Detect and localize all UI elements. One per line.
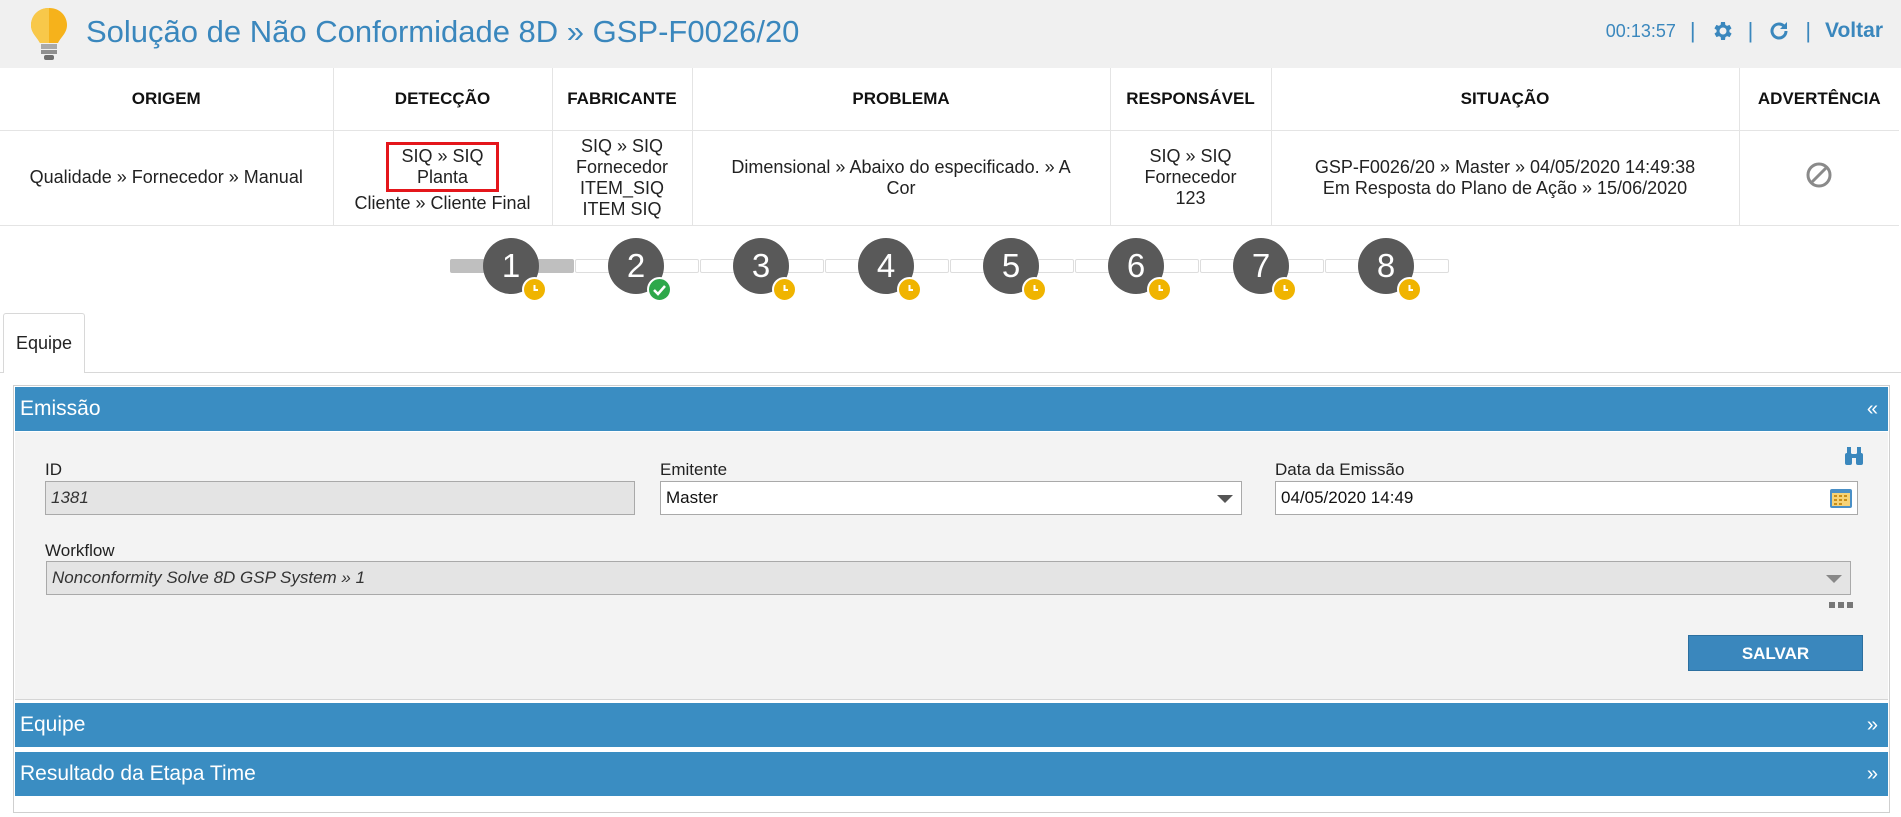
page-header: Solução de Não Conformidade 8D » GSP-F00…: [0, 0, 1901, 68]
section-resultado-title: Resultado da Etapa Time: [20, 762, 256, 785]
check-icon: [647, 277, 672, 302]
section-resultado-header[interactable]: Resultado da Etapa Time »: [15, 752, 1888, 796]
step-number: 2: [626, 247, 646, 284]
col-advertencia: ADVERTÊNCIA: [1739, 68, 1899, 131]
save-button[interactable]: SALVAR: [1688, 635, 1863, 671]
binoculars-icon[interactable]: [1843, 445, 1865, 467]
deteccao-line1: SIQ » SIQ: [401, 145, 484, 166]
summary-row: Qualidade » Fornecedor » Manual SIQ » SI…: [0, 130, 1899, 226]
problema-line1: Dimensional » Abaixo do especificado. » …: [731, 156, 1071, 177]
emitente-label: Emitente: [660, 460, 728, 479]
fabricante-line4: ITEM SIQ: [582, 198, 662, 219]
chevron-down-icon[interactable]: [1217, 495, 1233, 503]
section-equipe-title: Equipe: [20, 713, 86, 736]
step-number: 1: [501, 247, 521, 284]
page-title: Solução de Não Conformidade 8D » GSP-F00…: [86, 14, 800, 49]
step-4[interactable]: 4: [858, 238, 922, 302]
step-number: 6: [1126, 247, 1146, 284]
workflow-label: Workflow: [45, 541, 115, 560]
fabricante-line2: Fornecedor: [575, 156, 669, 177]
section-emissao-header[interactable]: Emissão «: [15, 387, 1888, 431]
deteccao-line2: Planta: [416, 166, 469, 187]
step-8[interactable]: 8: [1358, 238, 1422, 302]
cell-situacao: GSP-F0026/20 » Master » 04/05/2020 14:49…: [1271, 130, 1740, 226]
col-fabricante: FABRICANTE: [552, 68, 693, 131]
data-emissao-input[interactable]: 04/05/2020 14:49: [1275, 481, 1858, 515]
data-emissao-label: Data da Emissão: [1275, 460, 1405, 479]
step-number: 7: [1251, 247, 1271, 284]
responsavel-line1: SIQ » SIQ: [1149, 146, 1232, 166]
expand-icon[interactable]: »: [1867, 752, 1878, 796]
step-number: 3: [751, 247, 771, 284]
separator: |: [1689, 18, 1696, 43]
col-situacao: SITUAÇÃO: [1271, 68, 1740, 131]
step-6[interactable]: 6: [1108, 238, 1172, 302]
refresh-icon[interactable]: [1767, 19, 1791, 43]
clock-icon: [522, 277, 547, 302]
step-5[interactable]: 5: [983, 238, 1047, 302]
clock-icon: [1022, 277, 1047, 302]
id-field: 1381: [45, 481, 635, 515]
lightbulb-icon: [31, 8, 67, 60]
expand-icon[interactable]: »: [1867, 703, 1878, 747]
chevron-down-icon: [1826, 575, 1842, 583]
workflow-value: Nonconformity Solve 8D GSP System » 1: [52, 568, 366, 587]
fabricante-line1: SIQ » SIQ: [580, 135, 664, 156]
section-emissao-title: Emissão: [20, 397, 101, 420]
more-icon[interactable]: [1829, 601, 1853, 609]
id-label: ID: [45, 460, 62, 479]
step-1[interactable]: 1: [483, 238, 547, 302]
cell-advertencia: [1739, 130, 1899, 226]
deteccao-line3: Cliente » Cliente Final: [354, 192, 531, 213]
clock-icon: [772, 277, 797, 302]
session-timer: 00:13:57: [1605, 20, 1676, 41]
collapse-icon[interactable]: «: [1867, 387, 1878, 431]
responsavel-line2: Fornecedor: [1144, 167, 1237, 187]
clock-icon: [1147, 277, 1172, 302]
summary-header-row: ORIGEM DETECÇÃO FABRICANTE PROBLEMA RESP…: [0, 68, 1899, 131]
responsavel-line3: 123: [1175, 188, 1206, 208]
gear-icon[interactable]: [1710, 19, 1734, 43]
blocked-icon: [1806, 162, 1832, 188]
separator: |: [1805, 18, 1812, 43]
highlight-box: SIQ » SIQ Planta: [386, 141, 499, 192]
section-equipe-header[interactable]: Equipe »: [15, 703, 1888, 747]
col-responsavel: RESPONSÁVEL: [1110, 68, 1272, 131]
fabricante-line3: ITEM_SIQ: [579, 177, 664, 198]
workflow-select: Nonconformity Solve 8D GSP System » 1: [46, 561, 1851, 595]
col-deteccao: DETECÇÃO: [333, 68, 553, 131]
cell-origem: Qualidade » Fornecedor » Manual: [0, 130, 334, 226]
cell-fabricante: SIQ » SIQ Fornecedor ITEM_SIQ ITEM SIQ: [552, 130, 693, 226]
cell-responsavel: SIQ » SIQ Fornecedor 123: [1110, 130, 1272, 226]
problema-line2: Cor: [886, 177, 916, 198]
step-number: 8: [1376, 247, 1396, 284]
tab-equipe[interactable]: Equipe: [3, 313, 85, 373]
step-3[interactable]: 3: [733, 238, 797, 302]
header-toolbar: 00:13:57 | | | Voltar: [1606, 18, 1883, 44]
situacao-line2: Em Resposta do Plano de Ação » 15/06/202…: [1322, 177, 1688, 198]
clock-icon: [1272, 277, 1297, 302]
summary-table: ORIGEM DETECÇÃO FABRICANTE PROBLEMA RESP…: [0, 68, 1899, 226]
cell-problema: Dimensional » Abaixo do especificado. » …: [692, 130, 1111, 226]
data-emissao-value: 04/05/2020 14:49: [1281, 488, 1414, 507]
cell-deteccao: SIQ » SIQ Planta Cliente » Cliente Final: [333, 130, 553, 226]
emitente-value: Master: [666, 488, 718, 507]
step-2[interactable]: 2: [608, 238, 672, 302]
clock-icon: [1397, 277, 1422, 302]
step-progress: 1 2 3 4 5 6 7 8: [450, 238, 1450, 308]
col-problema: PROBLEMA: [692, 68, 1111, 131]
col-origem: ORIGEM: [0, 68, 334, 131]
clock-icon: [897, 277, 922, 302]
situacao-line1: GSP-F0026/20 » Master » 04/05/2020 14:49…: [1314, 156, 1696, 177]
separator: |: [1747, 18, 1754, 43]
step-number: 5: [1001, 247, 1021, 284]
step-7[interactable]: 7: [1233, 238, 1297, 302]
calendar-icon[interactable]: [1829, 487, 1853, 509]
back-link[interactable]: Voltar: [1825, 19, 1883, 43]
emitente-select[interactable]: Master: [660, 481, 1242, 515]
step-number: 4: [876, 247, 896, 284]
